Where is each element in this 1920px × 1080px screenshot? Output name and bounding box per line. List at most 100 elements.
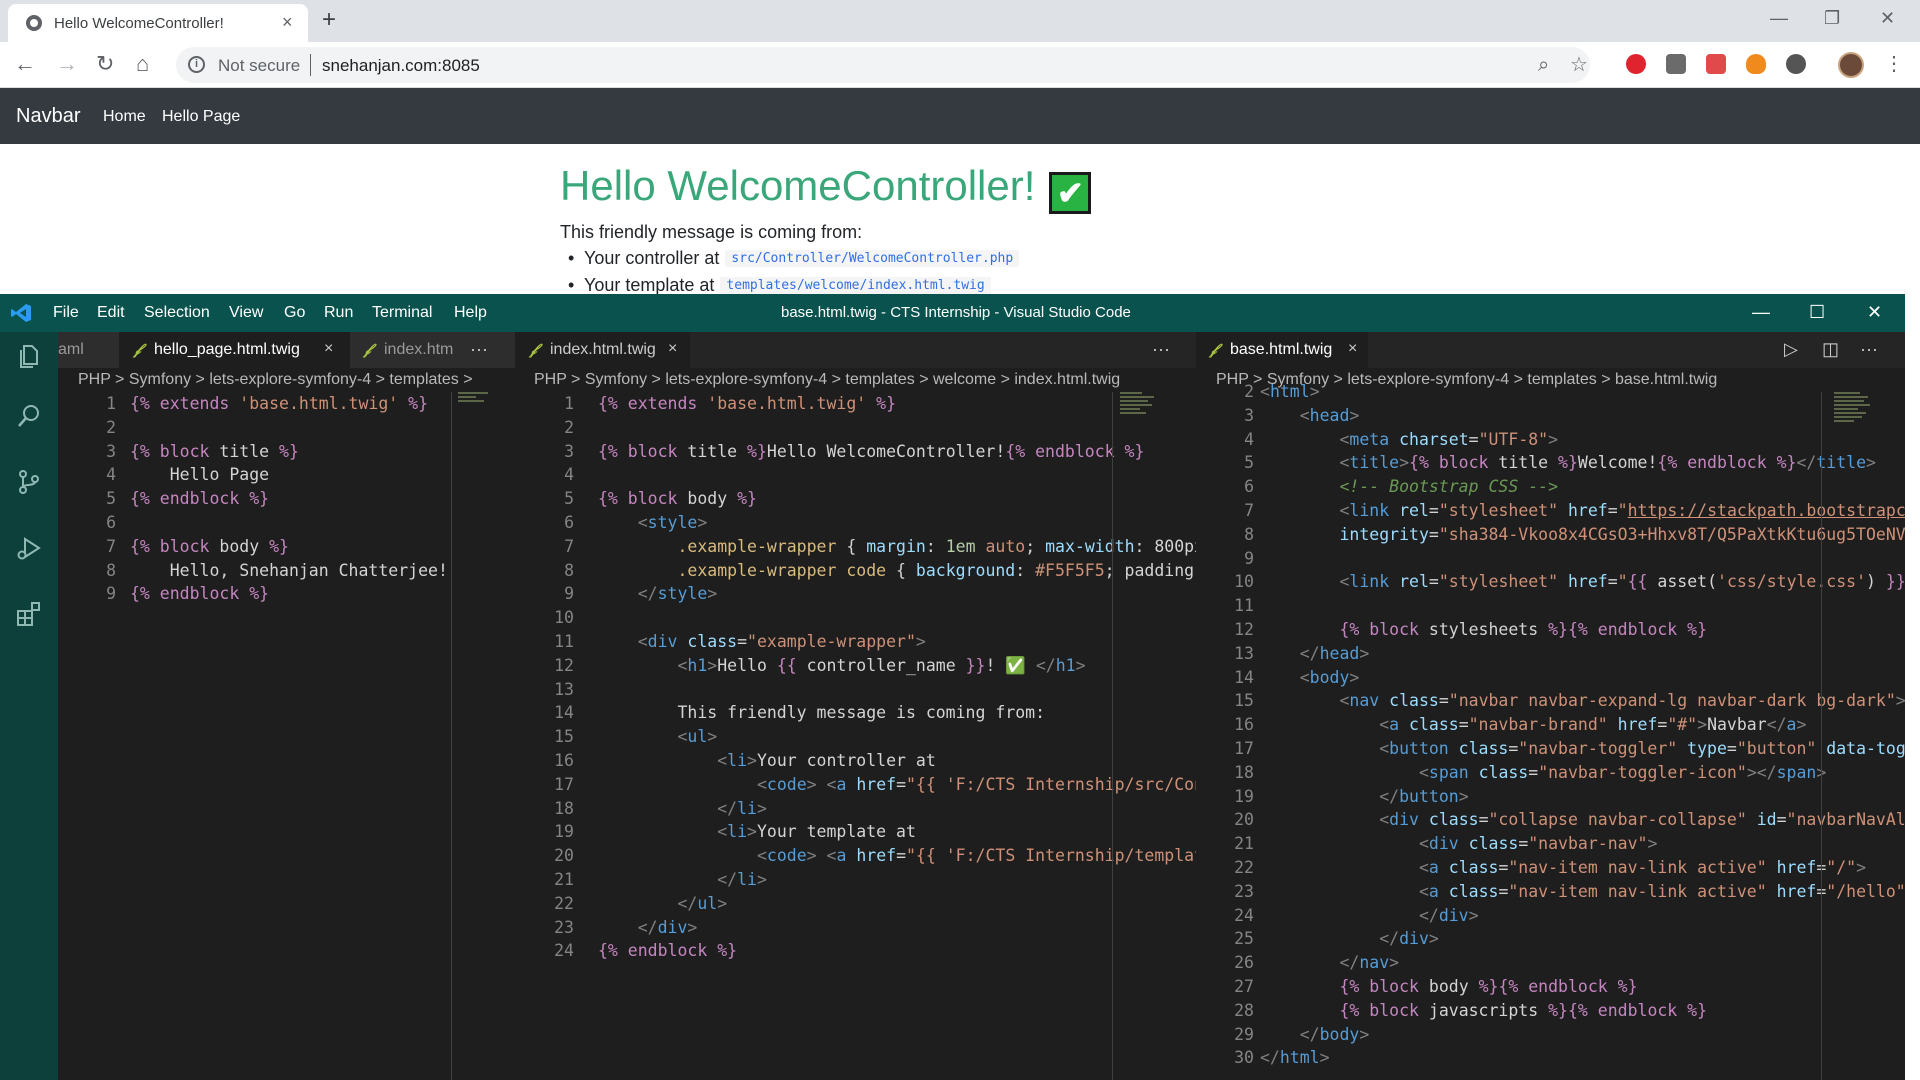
code-text[interactable]: </html> bbox=[1260, 1046, 1330, 1070]
code-text[interactable]: {% endblock %} bbox=[130, 487, 269, 511]
code-line[interactable]: 22 </ul> bbox=[516, 892, 1196, 916]
code-line[interactable]: 7 .example-wrapper { margin: 1em auto; m… bbox=[516, 535, 1196, 559]
code-line[interactable]: 4 Hello Page bbox=[58, 463, 516, 487]
new-tab-button[interactable]: + bbox=[322, 6, 336, 34]
code-editor[interactable]: 1 {% extends 'base.html.twig' %} 2 3 {% bloc… bbox=[58, 392, 516, 606]
code-line[interactable]: 24 {% endblock %} bbox=[516, 939, 1196, 963]
code-line[interactable]: 4 <meta charset="UTF-8"> bbox=[1196, 428, 1905, 452]
code-text[interactable]: <title>{% block title %}Welcome!{% endbl… bbox=[1260, 451, 1875, 475]
maximize-window-button[interactable]: ❐ bbox=[1824, 6, 1840, 30]
code-line[interactable]: 9 bbox=[1196, 547, 1905, 571]
close-button[interactable]: ✕ bbox=[1867, 300, 1882, 324]
editor-tab-active[interactable]: 𝒻 index.html.twig × bbox=[516, 332, 690, 368]
pocket-extension-icon[interactable] bbox=[1706, 54, 1726, 74]
code-text[interactable]: <a class="navbar-brand" href="#">Navbar<… bbox=[1260, 713, 1806, 737]
navbar-brand[interactable]: Navbar bbox=[16, 105, 80, 128]
code-text[interactable]: {% block body %} bbox=[130, 535, 289, 559]
code-text[interactable]: .example-wrapper code { background: #F5F… bbox=[598, 559, 1196, 583]
code-text[interactable]: <div class="collapse navbar-collapse" id… bbox=[1260, 808, 1905, 832]
code-line[interactable]: 8 Hello, Snehanjan Chatterjee! bbox=[58, 559, 516, 583]
menu-edit[interactable]: Edit bbox=[97, 304, 125, 322]
code-text[interactable]: {% block javascripts %}{% endblock %} bbox=[1260, 999, 1707, 1023]
code-text[interactable]: <head> bbox=[1260, 404, 1360, 428]
url-text[interactable]: snehanjan.com:8085 bbox=[322, 56, 480, 76]
code-line[interactable]: 13 bbox=[516, 678, 1196, 702]
code-line[interactable]: 17 <code> <a href="{{ 'F:/CTS Internship… bbox=[516, 773, 1196, 797]
code-line[interactable]: 8 integrity="sha384-Vkoo8x4CGsO3+Hhxv8T/… bbox=[1196, 523, 1905, 547]
profile-avatar[interactable] bbox=[1838, 52, 1864, 78]
minimap[interactable] bbox=[1834, 392, 1874, 452]
code-text[interactable]: <button class="navbar-toggler" type="but… bbox=[1260, 737, 1905, 761]
code-editor[interactable]: 1 {% extends 'base.html.twig' %} 2 3 {% bloc… bbox=[516, 392, 1196, 963]
code-text[interactable]: </li> bbox=[598, 868, 767, 892]
code-line[interactable]: 9 </style> bbox=[516, 582, 1196, 606]
code-text[interactable]: {% block body %}{% endblock %} bbox=[1260, 975, 1637, 999]
code-text[interactable]: This friendly message is coming from: bbox=[598, 701, 1045, 725]
code-line[interactable]: 19 </button> bbox=[1196, 785, 1905, 809]
code-text[interactable]: </div> bbox=[1260, 927, 1439, 951]
code-text[interactable]: <nav class="navbar navbar-expand-lg navb… bbox=[1260, 689, 1905, 713]
code-line[interactable]: 1 {% extends 'base.html.twig' %} bbox=[516, 392, 1196, 416]
code-line[interactable]: 3 {% block title %} bbox=[58, 440, 516, 464]
code-text[interactable]: .example-wrapper { margin: 1em auto; max… bbox=[598, 535, 1196, 559]
code-line[interactable]: 12 {% block stylesheets %}{% endblock %} bbox=[1196, 618, 1905, 642]
nav-link-hello-page[interactable]: Hello Page bbox=[162, 108, 240, 126]
code-text[interactable]: <html> bbox=[1260, 380, 1320, 404]
minimize-window-button[interactable]: — bbox=[1770, 6, 1788, 30]
more-actions-icon[interactable]: ··· bbox=[1152, 338, 1170, 360]
code-text[interactable]: <span class="navbar-toggler-icon"></span… bbox=[1260, 761, 1826, 785]
code-line[interactable]: 24 </div> bbox=[1196, 904, 1905, 928]
code-line[interactable]: 27 {% block body %}{% endblock %} bbox=[1196, 975, 1905, 999]
code-line[interactable]: 10 bbox=[516, 606, 1196, 630]
code-text[interactable]: <meta charset="UTF-8"> bbox=[1260, 428, 1558, 452]
code-text[interactable]: <ul> bbox=[598, 725, 717, 749]
code-line[interactable]: 5 {% endblock %} bbox=[58, 487, 516, 511]
code-text[interactable]: <li>Your controller at bbox=[598, 749, 936, 773]
code-line[interactable]: 18 </li> bbox=[516, 797, 1196, 821]
code-line[interactable]: 15 <ul> bbox=[516, 725, 1196, 749]
code-text[interactable]: {% endblock %} bbox=[130, 582, 269, 606]
code-line[interactable]: 21 <div class="navbar-nav"> bbox=[1196, 832, 1905, 856]
code-line[interactable]: 7 {% block body %} bbox=[58, 535, 516, 559]
code-text[interactable]: {% block stylesheets %}{% endblock %} bbox=[1260, 618, 1707, 642]
tab-close-button[interactable]: × bbox=[282, 12, 293, 32]
code-line[interactable]: 9 {% endblock %} bbox=[58, 582, 516, 606]
code-line[interactable]: 16 <a class="navbar-brand" href="#">Navb… bbox=[1196, 713, 1905, 737]
code-text[interactable]: <h1>Hello {{ controller_name }}! ✅ </h1> bbox=[598, 654, 1085, 678]
code-text[interactable]: </div> bbox=[598, 916, 698, 940]
code-line[interactable]: 2 <html> bbox=[1196, 380, 1905, 404]
editor-tab[interactable]: 𝒻 index.htm bbox=[350, 332, 516, 368]
source-control-icon[interactable] bbox=[15, 468, 43, 496]
code-line[interactable]: 19 <li>Your template at bbox=[516, 820, 1196, 844]
code-line[interactable]: 8 .example-wrapper code { background: #F… bbox=[516, 559, 1196, 583]
code-line[interactable]: 20 <div class="collapse navbar-collapse"… bbox=[1196, 808, 1905, 832]
code-line[interactable]: 2 bbox=[58, 416, 516, 440]
code-line[interactable]: 7 <link rel="stylesheet" href="https://s… bbox=[1196, 499, 1905, 523]
search-icon[interactable] bbox=[15, 402, 43, 430]
code-line[interactable]: 25 </div> bbox=[1196, 927, 1905, 951]
code-line[interactable]: 23 <a class="nav-item nav-link active" h… bbox=[1196, 880, 1905, 904]
menu-go[interactable]: Go bbox=[284, 304, 305, 322]
menu-file[interactable]: File bbox=[53, 304, 79, 322]
menu-selection[interactable]: Selection bbox=[144, 304, 210, 322]
code-line[interactable]: 1 {% extends 'base.html.twig' %} bbox=[58, 392, 516, 416]
code-text[interactable]: <code> <a href="{{ 'F:/CTS Internship/te… bbox=[598, 844, 1196, 868]
extensions-icon[interactable] bbox=[15, 600, 43, 628]
code-line[interactable]: 5 <title>{% block title %}Welcome!{% end… bbox=[1196, 451, 1905, 475]
code-text[interactable]: {% block title %} bbox=[130, 440, 299, 464]
code-text[interactable]: </button> bbox=[1260, 785, 1468, 809]
controller-path-link[interactable]: src/Controller/WelcomeController.php bbox=[725, 250, 1020, 267]
code-line[interactable]: 17 <button class="navbar-toggler" type="… bbox=[1196, 737, 1905, 761]
code-line[interactable]: 2 bbox=[516, 416, 1196, 440]
run-icon[interactable]: ▷ bbox=[1784, 338, 1798, 360]
address-bar[interactable]: i Not secure snehanjan.com:8085 ⌕ ☆ bbox=[176, 47, 1590, 83]
code-text[interactable]: </ul> bbox=[598, 892, 727, 916]
code-line[interactable]: 6 <!-- Bootstrap CSS --> bbox=[1196, 475, 1905, 499]
code-text[interactable]: <!-- Bootstrap CSS --> bbox=[1260, 475, 1558, 499]
more-actions-icon[interactable]: ··· bbox=[470, 338, 488, 360]
code-text[interactable]: </li> bbox=[598, 797, 767, 821]
code-text[interactable]: <div class="example-wrapper"> bbox=[598, 630, 926, 654]
menu-terminal[interactable]: Terminal bbox=[372, 304, 432, 322]
code-text[interactable]: {% block body %} bbox=[598, 487, 757, 511]
code-line[interactable]: 21 </li> bbox=[516, 868, 1196, 892]
